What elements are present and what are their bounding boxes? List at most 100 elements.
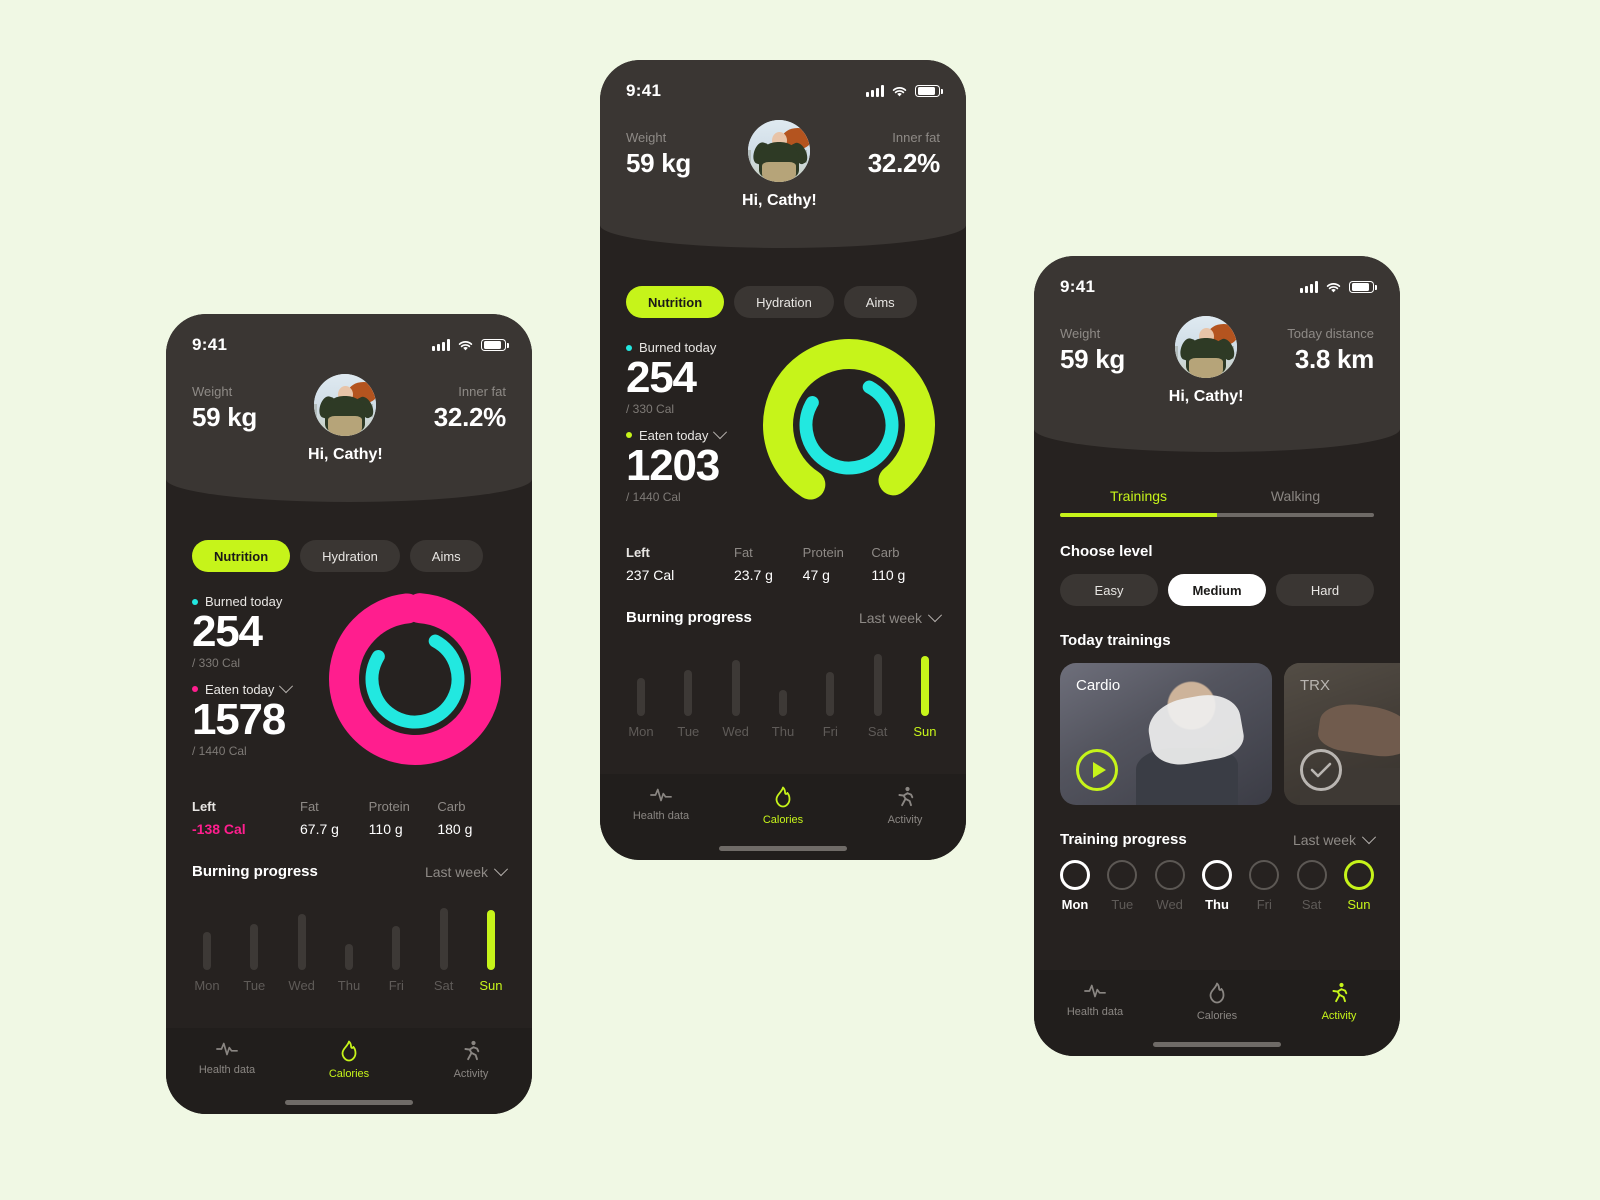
bar-column: Sun [476,892,506,993]
nav-calories[interactable]: Calories [1156,982,1278,1022]
signal-bars-icon [432,339,450,351]
flame-icon [775,786,791,808]
nav-calories[interactable]: Calories [722,786,844,826]
chevron-down-icon[interactable] [493,861,509,876]
inner-fat-label: Inner fat [892,130,940,145]
tab-hydration[interactable]: Hydration [734,286,834,318]
bar [637,678,645,716]
macro-carb-label: Carb [437,799,466,814]
period-label: Last week [1292,831,1356,848]
eaten-dot-icon [192,686,198,693]
avatar-block[interactable]: Hi, Cathy! [1169,316,1243,406]
day-column[interactable]: Sun [1343,860,1374,912]
day-column[interactable]: Fri [1249,860,1280,912]
play-icon[interactable] [1076,749,1118,791]
nav-activity-label: Activity [453,1068,489,1080]
home-indicator[interactable] [1153,1042,1281,1047]
eaten-goal: / 1440 Cal [626,489,681,504]
chevron-down-icon[interactable] [279,679,294,694]
burning-bar-chart: Mon Tue Wed Thu Fri Sat Sun [600,626,966,739]
day-label: Fri [1256,897,1272,912]
phone-screen-nutrition-pink: 9:41 Weight 59 kg Hi, Cathy! Inner fat 3… [166,314,532,1114]
avatar-block[interactable]: Hi, Cathy! [742,120,817,210]
runner-icon [464,1040,480,1061]
calories-figures: Burned today 254 / 330 Cal Eaten today 1… [626,340,728,504]
tab-nutrition[interactable]: Nutrition [192,540,291,572]
nav-health-data-label: Health data [1066,1006,1124,1018]
level-easy[interactable]: Easy [1060,574,1158,606]
nav-health-data[interactable]: Health data [600,786,722,822]
bar [250,924,259,970]
bar-label: Sun [913,724,937,739]
chevron-down-icon[interactable] [927,607,943,622]
bar-column: Sat [429,892,459,993]
burned-goal: / 330 Cal [192,655,241,670]
avatar-block[interactable]: Hi, Cathy! [308,374,383,464]
period-selector[interactable]: Last week [1292,829,1377,848]
macro-carb-value: 110 g [871,567,906,583]
training-card-trx[interactable]: TRX [1284,663,1400,805]
bottom-nav: Health data Calories Activity [600,774,966,860]
level-hard[interactable]: Hard [1276,574,1374,606]
bar [486,910,495,970]
segment-indicator [1060,513,1217,517]
status-time: 9:41 [192,335,228,354]
burning-progress-header: Burning progress Last week [600,583,966,626]
nav-health-data[interactable]: Health data [166,1040,288,1076]
nav-activity[interactable]: Activity [844,786,966,826]
segment-walking[interactable]: Walking [1217,488,1374,513]
training-card-cardio[interactable]: Cardio [1060,663,1272,805]
calorie-rings [758,334,940,521]
day-column[interactable]: Tue [1107,860,1138,912]
inner-fat-stat: Inner fat 32.2% [434,374,507,433]
weight-label: Weight [626,130,667,145]
bar [392,926,401,970]
check-icon[interactable] [1300,749,1342,791]
bar [439,908,448,970]
tab-aims[interactable]: Aims [843,286,917,318]
avatar[interactable] [748,120,811,182]
bar-label: Sun [479,978,503,993]
nav-activity[interactable]: Activity [1278,982,1400,1022]
bar-label: Tue [677,724,700,739]
nav-health-data[interactable]: Health data [1034,982,1156,1018]
heartbeat-icon [650,788,672,802]
profile-header: 9:41 Weight 59 kg [600,60,966,248]
level-selector: Easy Medium Hard [1034,560,1400,606]
chevron-down-icon[interactable] [1361,829,1377,844]
tab-nutrition[interactable]: Nutrition [626,286,725,318]
day-column[interactable]: Mon [1060,860,1090,912]
level-medium[interactable]: Medium [1168,574,1266,606]
tab-aims[interactable]: Aims [409,540,483,572]
weight-stat: Weight 59 kg [626,120,691,179]
training-progress-title: Training progress [1060,831,1187,848]
nav-health-data-label: Health data [198,1064,256,1076]
period-selector[interactable]: Last week [859,607,943,626]
macro-left-value: 237 Cal [626,567,675,583]
battery-icon [481,338,509,352]
day-circle-icon [1296,860,1327,890]
bar-label: Wed [722,724,749,739]
bar-column: Wed [721,638,751,739]
chevron-down-icon[interactable] [713,425,728,440]
status-time: 9:41 [1060,277,1096,296]
bar-column: Mon [626,638,656,739]
bar-label: Fri [822,724,838,739]
segment-trainings[interactable]: Trainings [1060,488,1217,513]
avatar[interactable] [1175,316,1238,378]
bar [297,914,306,970]
home-indicator[interactable] [719,846,847,851]
tab-hydration[interactable]: Hydration [300,540,400,572]
period-selector[interactable]: Last week [425,861,509,880]
category-tabs: Nutrition Hydration Aims [166,502,532,572]
nav-activity[interactable]: Activity [410,1040,532,1080]
macro-carb-label: Carb [871,545,900,560]
avatar[interactable] [314,374,377,436]
home-indicator[interactable] [285,1100,413,1105]
nav-calories[interactable]: Calories [288,1040,410,1080]
bar-label: Thu [337,978,361,993]
day-column[interactable]: Thu [1201,860,1232,912]
day-column[interactable]: Sat [1296,860,1327,912]
bottom-nav: Health data Calories Activity [1034,970,1400,1056]
day-column[interactable]: Wed [1154,860,1185,912]
